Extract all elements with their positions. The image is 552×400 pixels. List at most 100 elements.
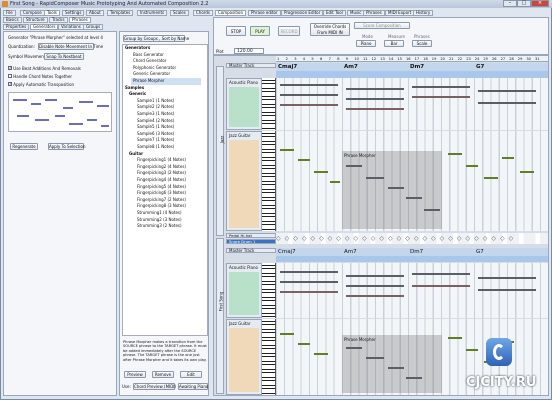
- chord-label[interactable]: Am7: [344, 249, 357, 255]
- minimize-button[interactable]: –: [503, 0, 517, 7]
- option-chord-notes[interactable]: Handle Chord Notes Together: [8, 74, 72, 79]
- drum-label-hihat[interactable]: Pedal Hi-hat: [226, 233, 276, 238]
- maximize-button[interactable]: □: [517, 0, 531, 7]
- track-header-piano[interactable]: Acoustic Piano: [226, 78, 262, 130]
- phrase-morpher-region[interactable]: [342, 151, 442, 229]
- tree-item[interactable]: Chord Generator: [133, 58, 166, 65]
- master-track-label[interactable]: Master Track: [226, 63, 276, 68]
- tab-file[interactable]: File: [3, 10, 16, 16]
- tree-item[interactable]: Bass Generator: [133, 52, 164, 59]
- play-button[interactable]: PLAY: [250, 26, 270, 36]
- piano-roll-piano[interactable]: [276, 263, 548, 318]
- tree-item[interactable]: Sample6 (3 Notes): [137, 131, 174, 138]
- piano-keyboard[interactable]: [262, 78, 276, 130]
- edit-button[interactable]: Edit: [180, 371, 202, 378]
- tree-item[interactable]: Polyphonic Generator: [133, 65, 176, 72]
- tree-item[interactable]: Sample5 (1 Notes): [137, 124, 174, 131]
- tree-item[interactable]: Sample7 (1 Notes): [137, 137, 174, 144]
- piano-keyboard[interactable]: [262, 131, 276, 231]
- chord-row[interactable]: Cmaj7 Am7 Dm7 G7: [276, 248, 548, 256]
- piano-keyboard[interactable]: [262, 263, 276, 318]
- tab-settings[interactable]: Settings: [62, 10, 85, 16]
- tree-item[interactable]: Fingerpicking4 (4 Notes): [137, 177, 186, 184]
- remove-button[interactable]: Remove: [152, 371, 174, 378]
- piano-roll-guitar[interactable]: Phrase Morpher: [276, 131, 548, 231]
- tab-edit-tool[interactable]: Edit Tool: [323, 10, 346, 16]
- tab-composition[interactable]: Composition: [215, 10, 246, 16]
- tree-item[interactable]: Fingerpicking7 (2 Notes): [137, 197, 186, 204]
- master-track-label[interactable]: Master Track: [226, 248, 276, 253]
- chord-label[interactable]: Am7: [344, 64, 358, 70]
- timeline-ruler[interactable]: 1 2 3 4 5 6 7 8 9 10 11 12 13 14 15 16 17 18 19 20 21 22 23 24 2…: [276, 56, 548, 62]
- close-button[interactable]: ×: [531, 0, 549, 7]
- option-beat-additions[interactable]: ✓ Use Beat Additions And Removals: [8, 65, 81, 71]
- checkbox-checked-icon[interactable]: ✓: [8, 81, 12, 86]
- tree-item[interactable]: Strumming1 (4 Notes): [137, 210, 182, 217]
- regenerate-button[interactable]: Regenerate: [10, 143, 38, 150]
- tree-group-samples[interactable]: Samples: [125, 85, 144, 92]
- tab-progression-editor[interactable]: Progression Editor: [281, 10, 324, 16]
- symbol-movement-button[interactable]: Snap To Nextbeat: [44, 53, 84, 60]
- tree-item-selected[interactable]: Phrase Morpher: [131, 78, 201, 85]
- chord-label[interactable]: Cmaj7: [278, 64, 297, 70]
- tree-item[interactable]: Sample1 (1 Notes): [137, 98, 174, 105]
- checkbox-icon[interactable]: [8, 74, 12, 78]
- tree-item[interactable]: Fingerpicking2 (4 Notes): [137, 164, 186, 171]
- mode-select[interactable]: Piano: [356, 40, 376, 47]
- tree-group-guitar[interactable]: Guitar: [129, 151, 143, 158]
- tab-about[interactable]: About: [86, 10, 104, 16]
- apply-to-selection-button[interactable]: Apply To Selection: [48, 143, 85, 150]
- awaiting-piano-button[interactable]: Awaiting Piano: [178, 383, 208, 390]
- tab-generators[interactable]: Generators: [30, 24, 59, 30]
- tree-item[interactable]: Fingerpicking3 (2 Notes): [137, 170, 186, 177]
- chord-row[interactable]: Cmaj7 Am7 Dm7 G7: [276, 63, 548, 71]
- option-auto-transpose[interactable]: ✓ Apply Automatic Transposition: [8, 81, 74, 87]
- tab-phrases[interactable]: Phrases: [69, 17, 91, 23]
- tree-item[interactable]: Fingerpicking5 (4 Notes): [137, 184, 186, 191]
- phrases-select[interactable]: Scale: [412, 40, 432, 47]
- override-chords-button[interactable]: Override Chords From MIDI IN: [310, 23, 350, 36]
- tab-music[interactable]: Music: [347, 10, 365, 16]
- piano-roll-piano[interactable]: [276, 78, 548, 130]
- record-button[interactable]: RECORD: [278, 26, 300, 36]
- track-header-guitar[interactable]: Jazz Guitar: [226, 131, 262, 231]
- tab-structure[interactable]: Structure: [23, 17, 48, 23]
- piano-keyboard[interactable]: [262, 319, 276, 395]
- tab-basics[interactable]: Basics: [3, 17, 22, 23]
- measure-select[interactable]: Bar: [384, 40, 404, 47]
- tab-tracks[interactable]: Tracks: [49, 17, 68, 23]
- track-header-piano[interactable]: Acoustic Piano: [226, 263, 262, 318]
- tab-chords[interactable]: Chords: [193, 10, 213, 16]
- tab-templates[interactable]: Templates: [107, 10, 134, 16]
- tree-item[interactable]: Generic Generator: [133, 71, 170, 78]
- tab-midi-export[interactable]: MIDI Export: [385, 10, 415, 16]
- drum-label-snare[interactable]: Snare Drum 1: [226, 239, 276, 244]
- tree-item[interactable]: Fingerpicking1 (4 Notes): [137, 157, 186, 164]
- tree-item[interactable]: Fingerpicking8 (3 Notes): [137, 203, 186, 210]
- score-composition-button[interactable]: Score Composition: [354, 22, 410, 29]
- chord-label[interactable]: Dm7: [410, 64, 424, 70]
- tab-phrase-editor[interactable]: Phrase editor: [248, 10, 281, 16]
- checkbox-checked-icon[interactable]: ✓: [8, 65, 12, 70]
- chord-label[interactable]: Cmaj7: [278, 249, 296, 255]
- chord-label[interactable]: G7: [476, 249, 484, 255]
- phrase-morpher-region[interactable]: [342, 335, 442, 393]
- tree-item[interactable]: Sample8 (1 Notes): [137, 144, 174, 151]
- chord-label[interactable]: G7: [476, 64, 484, 70]
- tree-item[interactable]: Fingerpicking6 (3 Notes): [137, 190, 186, 197]
- chord-preview-button[interactable]: Chord Preview (MIDI): [133, 383, 176, 390]
- tab-variations[interactable]: Variations: [58, 24, 84, 30]
- tree-group-generic[interactable]: Generic: [129, 91, 146, 98]
- group-sort-button[interactable]: Group by Groups , Sort by Name: [123, 35, 189, 42]
- preview-button[interactable]: Preview: [124, 371, 146, 378]
- drum-lane[interactable]: ◇◇◇◇◇◇◇◇◇◇◇◇◇◇◇◇◇◇◇◇◇◇◇◇◇◇◇◇: [276, 233, 548, 244]
- tab-phrases[interactable]: Phrases: [363, 10, 385, 16]
- tab-history[interactable]: History: [413, 10, 434, 16]
- tree-item[interactable]: Strumming2 (3 Notes): [137, 217, 182, 224]
- tab-instruments[interactable]: Instruments: [137, 10, 168, 16]
- tempo-field[interactable]: 120.00: [234, 48, 264, 54]
- tab-scales[interactable]: Scales: [170, 10, 189, 16]
- tree-item[interactable]: Strumming3 (2 Notes): [137, 223, 182, 230]
- stop-button[interactable]: STOP: [226, 26, 246, 36]
- tab-properties[interactable]: Properties: [3, 24, 30, 30]
